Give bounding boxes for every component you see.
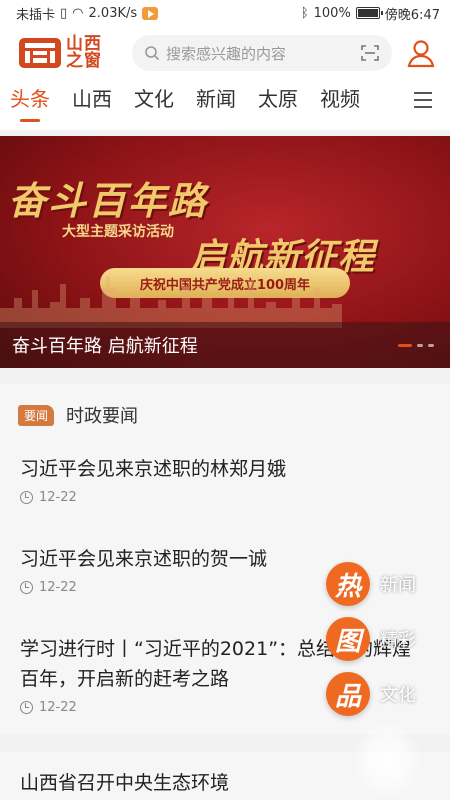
app-header: 山西 之窗 搜索感兴趣的内容 [0, 26, 450, 80]
bluetooth-icon: ᛒ [300, 5, 309, 21]
floating-menu-glow [352, 720, 422, 800]
battery-icon [355, 7, 383, 19]
news-date: 12-22 [39, 700, 77, 715]
app-logo[interactable]: 山西 之窗 [18, 36, 118, 70]
carousel-dot-active[interactable] [398, 343, 412, 347]
banner-activity: 大型主题采访活动 [62, 224, 174, 240]
banner-carousel[interactable]: 奋斗百年路 大型主题采访活动 启航新征程 庆祝中国共产党成立100周年 奋斗百年… [0, 136, 450, 368]
status-right: ᛒ 100% 傍晚6:47 [301, 4, 440, 23]
banner-caption: 奋斗百年路 启航新征程 [12, 336, 198, 357]
scan-icon[interactable] [360, 43, 380, 63]
section-title: 时政要闻 [66, 406, 139, 427]
tab-culture[interactable]: 文化 [134, 80, 174, 130]
tab-toutiao[interactable]: 头条 [10, 80, 50, 130]
clock-time: 傍晚6:47 [384, 7, 440, 23]
user-icon[interactable] [406, 38, 436, 68]
product-icon: 品 [326, 672, 370, 716]
float-label: 文化 [380, 685, 416, 706]
wifi-icon: ◠ [72, 5, 84, 21]
news-meta: 12-22 [20, 490, 430, 505]
news-item[interactable]: 习近平会见来京述职的林郑月娥 12-22 [20, 454, 430, 505]
clock-icon [20, 581, 33, 594]
hot-icon: 热 [326, 562, 370, 606]
section-tag: 要闻 [18, 404, 55, 426]
tab-taiyuan[interactable]: 太原 [258, 80, 298, 130]
battery-percent: 100% [313, 5, 351, 21]
float-item-news[interactable]: 热 新闻 [326, 562, 416, 606]
tab-video[interactable]: 视频 [320, 80, 360, 130]
banner-caption-bar: 奋斗百年路 启航新征程 [0, 322, 450, 368]
search-bar[interactable]: 搜索感兴趣的内容 [132, 35, 392, 71]
city-skyline-icon [0, 276, 342, 328]
clock-icon [20, 701, 33, 714]
logo-line-2: 之窗 [66, 51, 102, 71]
banner-headline: 奋斗百年路 [8, 178, 209, 223]
carousel-indicator [398, 343, 450, 347]
logo-mark-icon [19, 38, 61, 68]
clock-icon [20, 491, 33, 504]
float-item-culture[interactable]: 品 文化 [326, 672, 416, 716]
section-header: 要闻 时政要闻 [18, 402, 138, 428]
sim-status: 未插卡 [16, 7, 56, 23]
status-bar: 未插卡 ▯ ◠ 2.03K/s ᛒ 100% 傍晚6:47 [0, 0, 450, 26]
search-placeholder: 搜索感兴趣的内容 [166, 44, 287, 63]
news-date: 12-22 [39, 580, 77, 595]
tab-news[interactable]: 新闻 [196, 80, 236, 130]
float-label: 精彩 [380, 630, 416, 651]
news-title: 山西省召开中央生态环境 [20, 772, 230, 794]
float-item-gallery[interactable]: 图 精彩 [326, 617, 416, 661]
picture-icon: 图 [326, 617, 370, 661]
video-app-icon [142, 6, 159, 20]
news-title: 习近平会见来京述职的林郑月娥 [20, 458, 287, 480]
news-date: 12-22 [39, 490, 77, 505]
network-speed: 2.03K/s [88, 5, 138, 21]
channel-tabs: 头条 山西 文化 新闻 太原 视频 [0, 80, 450, 130]
carousel-dot[interactable] [428, 343, 434, 347]
float-label: 新闻 [380, 575, 416, 596]
carousel-dot[interactable] [417, 343, 423, 347]
menu-icon[interactable] [414, 92, 432, 108]
search-icon [145, 46, 160, 61]
sim-icon: ▯ [60, 5, 68, 21]
logo-text: 山西 之窗 [66, 36, 102, 70]
tab-shanxi[interactable]: 山西 [72, 80, 112, 130]
status-left: 未插卡 ▯ ◠ 2.03K/s [16, 4, 159, 23]
